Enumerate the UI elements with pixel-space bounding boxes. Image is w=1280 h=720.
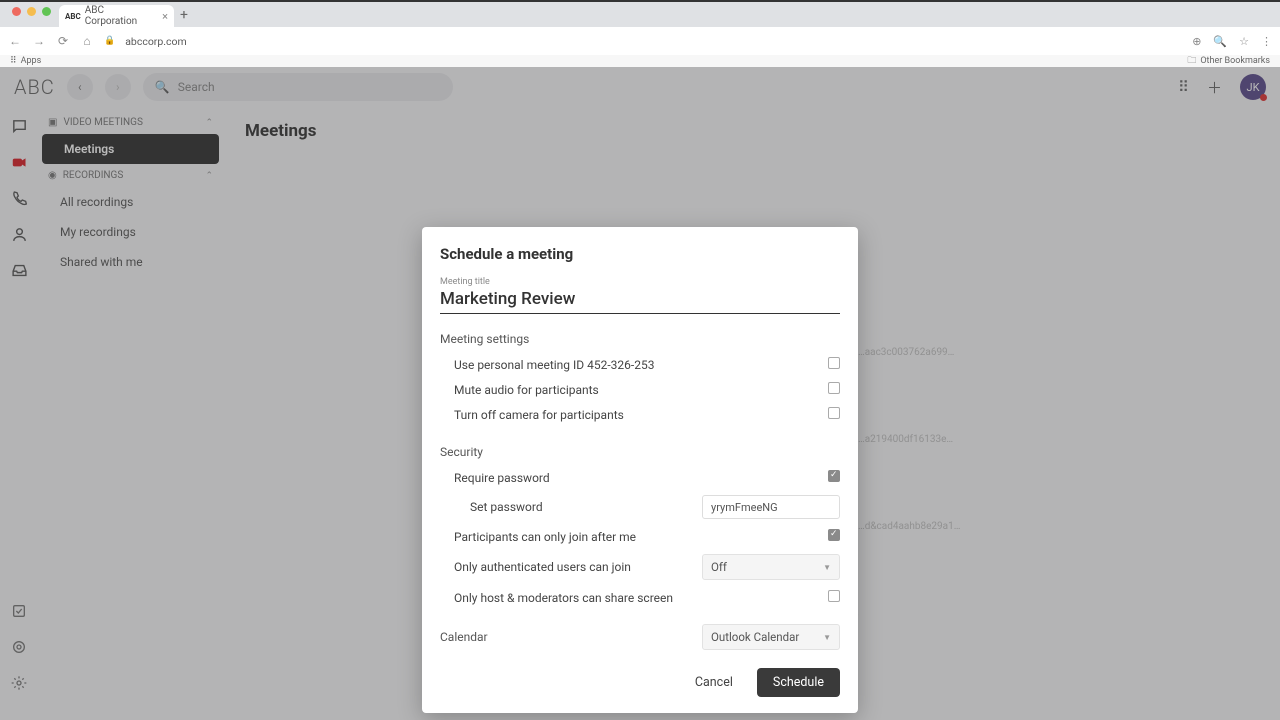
- browser-chrome: ABC ABC Corporation × + ← → ⟳ ⌂ 🔒 abccor…: [0, 0, 1280, 67]
- option-turn-off-camera[interactable]: Turn off camera for participants: [440, 402, 840, 427]
- auth-dropdown[interactable]: Off ▼: [702, 554, 840, 580]
- option-label: Turn off camera for participants: [440, 408, 624, 422]
- reload-icon[interactable]: ⟳: [56, 34, 70, 48]
- option-host-share-screen[interactable]: Only host & moderators can share screen: [440, 585, 840, 610]
- option-set-password: Set password: [440, 490, 840, 524]
- option-label: Participants can only join after me: [440, 530, 636, 544]
- schedule-button[interactable]: Schedule: [757, 668, 840, 697]
- calendar-label: Calendar: [440, 630, 488, 644]
- option-authenticated-users: Only authenticated users can join Off ▼: [440, 549, 840, 585]
- tab-strip: ABC ABC Corporation × +: [0, 2, 1280, 27]
- dropdown-value: Off: [711, 560, 727, 574]
- other-bookmarks[interactable]: Other Bookmarks: [1200, 56, 1270, 66]
- settings-section-label: Meeting settings: [440, 332, 840, 346]
- chevron-down-icon: ▼: [823, 563, 831, 572]
- checkbox[interactable]: [828, 590, 840, 602]
- dialog-title: Schedule a meeting: [440, 245, 840, 263]
- star-icon[interactable]: ☆: [1239, 35, 1249, 48]
- close-window-icon[interactable]: [12, 7, 21, 16]
- new-tab-button[interactable]: +: [174, 7, 194, 23]
- calendar-row: Calendar Outlook Calendar ▼: [440, 624, 840, 650]
- dialog-actions: Cancel Schedule: [440, 668, 840, 697]
- checkbox[interactable]: [828, 357, 840, 369]
- tab-title: ABC Corporation: [85, 5, 158, 27]
- minimize-window-icon[interactable]: [27, 7, 36, 16]
- option-mute-audio[interactable]: Mute audio for participants: [440, 377, 840, 402]
- dropdown-value: Outlook Calendar: [711, 630, 799, 644]
- forward-icon[interactable]: →: [32, 34, 46, 48]
- calendar-dropdown[interactable]: Outlook Calendar ▼: [702, 624, 840, 650]
- checkbox[interactable]: [828, 407, 840, 419]
- extension-icon[interactable]: ⊕: [1192, 35, 1201, 48]
- browser-tab[interactable]: ABC ABC Corporation ×: [59, 5, 174, 27]
- option-label: Mute audio for participants: [440, 383, 599, 397]
- checkbox-checked[interactable]: [828, 529, 840, 541]
- back-icon[interactable]: ←: [8, 34, 22, 48]
- security-section-label: Security: [440, 445, 840, 459]
- maximize-window-icon[interactable]: [42, 7, 51, 16]
- title-field-label: Meeting title: [440, 277, 840, 287]
- option-join-after-me[interactable]: Participants can only join after me: [440, 524, 840, 549]
- app-root: ABC ‹ › 🔍 Search ⠿ ＋ JK: [0, 67, 1280, 720]
- option-label: Only host & moderators can share screen: [440, 591, 673, 605]
- meeting-title-input[interactable]: [440, 287, 840, 314]
- password-input[interactable]: [702, 495, 840, 519]
- apps-icon[interactable]: ⠿: [10, 56, 17, 66]
- window-controls[interactable]: [6, 7, 59, 22]
- option-personal-id[interactable]: Use personal meeting ID 452-326-253: [440, 352, 840, 377]
- menu-icon[interactable]: ⋮: [1261, 35, 1272, 48]
- option-label: Only authenticated users can join: [440, 560, 631, 574]
- schedule-meeting-dialog: Schedule a meeting Meeting title Meeting…: [422, 227, 858, 713]
- option-label: Set password: [440, 500, 543, 514]
- tab-close-icon[interactable]: ×: [162, 10, 168, 23]
- bookmarks-bar: ⠿ Apps 🗀 Other Bookmarks: [0, 55, 1280, 67]
- apps-label[interactable]: Apps: [21, 56, 42, 66]
- home-icon[interactable]: ⌂: [80, 34, 94, 48]
- zoom-icon[interactable]: 🔍: [1213, 35, 1227, 48]
- url-text[interactable]: abccorp.com: [125, 35, 187, 48]
- checkbox-checked[interactable]: [828, 470, 840, 482]
- address-bar-row: ← → ⟳ ⌂ 🔒 abccorp.com ⊕ 🔍 ☆ ⋮: [0, 27, 1280, 55]
- lock-icon: 🔒: [104, 36, 115, 46]
- chevron-down-icon: ▼: [823, 633, 831, 642]
- option-label: Require password: [440, 471, 550, 485]
- option-label: Use personal meeting ID 452-326-253: [440, 358, 654, 372]
- option-require-password[interactable]: Require password: [440, 465, 840, 490]
- checkbox[interactable]: [828, 382, 840, 394]
- favicon: ABC: [65, 12, 81, 21]
- cancel-button[interactable]: Cancel: [685, 668, 743, 697]
